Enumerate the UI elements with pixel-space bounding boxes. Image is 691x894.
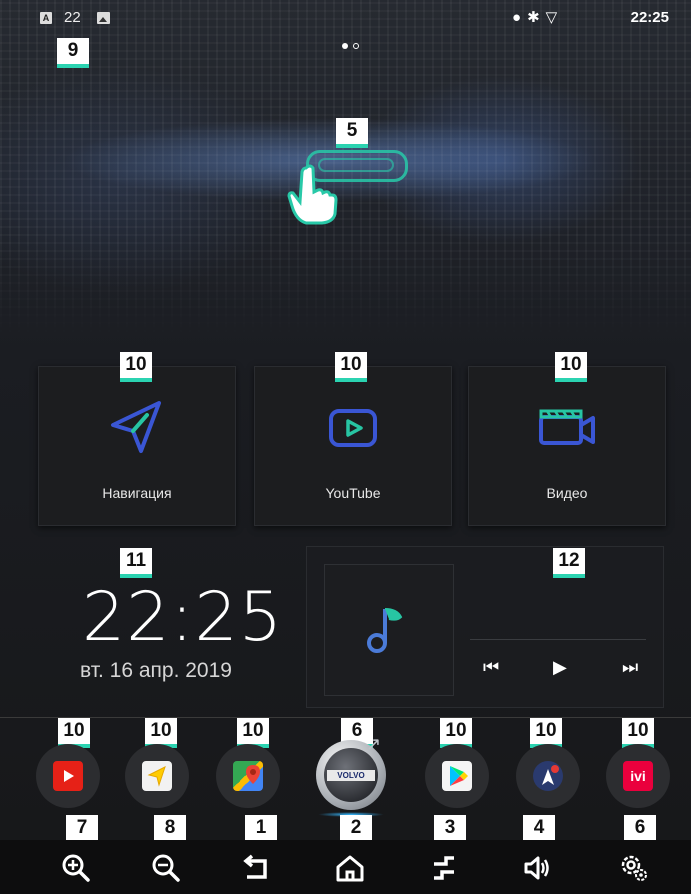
- next-icon[interactable]: ⏭: [622, 657, 638, 678]
- callout-badge: 10: [335, 352, 367, 382]
- zoom-out-icon[interactable]: [150, 852, 182, 884]
- page-dot-active: [342, 43, 348, 49]
- volvo-logo-icon: VOLVO: [324, 748, 378, 802]
- dock-volvo[interactable]: VOLVO ↗: [316, 734, 386, 810]
- dock-youtube[interactable]: [36, 744, 100, 808]
- status-bar: A 22 ●✱▽ 22:25: [0, 0, 691, 36]
- youtube-icon: [53, 761, 83, 791]
- callout-badge: 12: [553, 548, 585, 578]
- callout-badge: 11: [120, 548, 152, 578]
- back-icon[interactable]: [241, 852, 273, 884]
- temperature-text: 22: [64, 9, 81, 26]
- dock-navitel[interactable]: [516, 744, 580, 808]
- tile-label: YouTube: [325, 485, 381, 501]
- wifi-icon: ▽: [545, 9, 564, 26]
- callout-badge: 10: [120, 352, 152, 382]
- status-clock: 22:25: [630, 9, 669, 26]
- dock-play-store[interactable]: [425, 744, 489, 808]
- volvo-logo-text: VOLVO: [327, 770, 375, 781]
- tile-label: Видео: [546, 485, 588, 501]
- music-widget[interactable]: ⏮ ▶ ⏭: [306, 546, 664, 708]
- dock-navigator[interactable]: [125, 744, 189, 808]
- yandex-navigator-icon: [142, 761, 172, 791]
- album-art: [324, 564, 454, 696]
- tile-youtube[interactable]: YouTube: [254, 366, 452, 526]
- page-indicator: [342, 36, 364, 54]
- location-icon: ●: [512, 9, 528, 26]
- ivi-icon: ivi: [623, 761, 653, 791]
- settings-icon[interactable]: [618, 852, 650, 884]
- progress-line: [470, 639, 646, 640]
- callout-badge: 10: [555, 352, 587, 382]
- video-camera-icon: [539, 409, 595, 445]
- tile-video[interactable]: Видео: [468, 366, 666, 526]
- callout-badge: 9: [57, 38, 89, 68]
- tile-navigation[interactable]: Навигация: [38, 366, 236, 526]
- dock-google-maps[interactable]: [216, 744, 280, 808]
- youtube-play-icon: [329, 409, 377, 447]
- google-maps-icon: [233, 761, 263, 791]
- navigation-arrow-icon: [111, 401, 161, 453]
- a-notification-icon: A: [40, 12, 52, 24]
- clock-date: вт. 16 апр. 2019: [80, 659, 232, 682]
- home-icon[interactable]: [334, 852, 366, 884]
- recents-icon[interactable]: [428, 852, 460, 884]
- callout-badge: 5: [336, 118, 368, 148]
- music-note-icon: [367, 608, 403, 653]
- previous-icon[interactable]: ⏮: [483, 657, 499, 678]
- status-icons: ●✱▽: [512, 8, 563, 26]
- bluetooth-icon: ✱: [527, 9, 546, 26]
- tap-hand-icon: [287, 164, 338, 225]
- dock-ivi[interactable]: ivi: [606, 744, 670, 808]
- page-dot: [353, 43, 359, 49]
- play-store-icon: [442, 761, 472, 791]
- play-icon[interactable]: ▶: [553, 657, 567, 678]
- image-notification-icon: [97, 12, 110, 24]
- volume-icon[interactable]: [521, 852, 553, 884]
- volvo-arrow-icon: ↗: [366, 734, 382, 754]
- zoom-in-icon[interactable]: [60, 852, 92, 884]
- tile-label: Навигация: [102, 485, 172, 501]
- clock-time[interactable]: 22:25: [82, 578, 283, 657]
- navitel-icon: [533, 761, 563, 791]
